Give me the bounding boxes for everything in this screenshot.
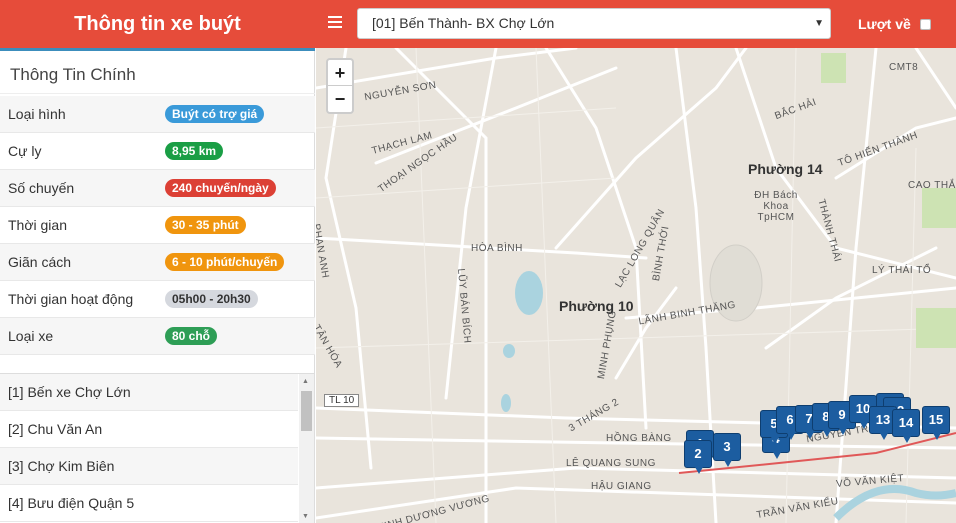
hamburger-menu-icon[interactable] [328,16,342,30]
scroll-down-icon[interactable]: ▼ [302,513,309,520]
status-badge: 30 - 35 phút [165,216,246,234]
status-badge: Buýt có trợ giá [165,105,265,123]
route-select[interactable]: [01] Bến Thành- BX Chợ Lớn ▼ [357,8,831,39]
street-label: HỒNG BÀNG [606,433,672,444]
top-header: Thông tin xe buýt [01] Bến Thành- BX Chợ… [0,0,956,48]
info-table: Loại hình Buýt có trợ giá Cự ly 8,95 km Số… [0,96,315,355]
route-map[interactable]: + − Phường 14 Phường 10 ĐH Bách Khoa TpH… [316,48,956,523]
street-label: CMT8 [889,62,919,73]
route-select-value: [01] Bến Thành- BX Chợ Lớn [372,15,555,31]
info-row-hoat-dong: Thời gian hoạt động 05h00 - 20h30 [0,281,315,318]
info-label: Giãn cách [8,254,72,270]
info-row-gian-cach: Giãn cách 6 - 10 phút/chuyến [0,244,315,281]
area-label: Phường 10 [559,298,634,314]
info-label: Cự ly [8,143,42,159]
status-badge: 6 - 10 phút/chuyến [165,253,285,271]
info-label: Thời gian hoạt động [8,291,134,307]
info-row-so-chuyen: Số chuyến 240 chuyến/ngày [0,170,315,207]
info-row-thoi-gian: Thời gian 30 - 35 phút [0,207,315,244]
info-label: Loại xe [8,328,54,344]
zoom-in-button[interactable]: + [328,60,352,86]
info-row-cu-ly: Cự ly 8,95 km [0,133,315,170]
area-label: Phường 14 [748,161,823,177]
sidebar: Thông Tin Chính Loại hình Buýt có trợ giá… [0,48,315,523]
return-trip-checkbox[interactable] [920,19,931,30]
street-label: CAO THẮNG [908,180,956,191]
list-item[interactable]: [2] Chu Văn An [0,411,298,448]
zoom-control[interactable]: + − [326,58,354,114]
info-label: Thời gian [8,217,67,233]
status-badge: 8,95 km [165,142,224,160]
info-row-loai-hinh: Loại hình Buýt có trợ giá [0,96,315,133]
info-section-title: Thông Tin Chính [0,56,315,94]
app-title: Thông tin xe buýt [74,13,241,35]
street-label: LÊ QUANG SUNG [566,458,656,469]
road-badge: TL 10 [324,394,360,407]
stops-list[interactable]: [1] Bến xe Chợ Lớn [2] Chu Văn An [3] Ch… [0,373,315,523]
caret-down-icon: ▼ [814,18,824,29]
zoom-out-button[interactable]: − [328,86,352,112]
status-badge: 240 chuyến/ngày [165,179,276,197]
street-label: HÒA BÌNH [471,243,523,254]
scrollbar-thumb[interactable] [301,391,312,431]
info-label: Số chuyến [8,180,75,196]
bus-stop-marker[interactable]: 2 [684,440,712,474]
list-item[interactable]: [4] Bưu điện Quận 5 [0,485,298,522]
list-item[interactable]: [3] Chợ Kim Biên [0,448,298,485]
street-label: HẬU GIANG [591,481,652,492]
stops-scrollbar[interactable]: ▲ ▼ [299,374,314,523]
list-item[interactable]: [1] Bến xe Chợ Lớn [0,374,298,411]
sidebar-accent-line [0,48,315,51]
poi-label: ĐH Bách Khoa TpHCM [754,190,798,223]
status-badge: 80 chỗ [165,327,218,345]
return-trip-label: Lượt về [858,16,911,32]
map-roads [316,48,956,523]
bus-stop-marker[interactable]: 15 [922,406,950,440]
bus-stop-marker[interactable]: 14 [892,409,920,443]
scroll-up-icon[interactable]: ▲ [302,378,309,385]
bus-stop-marker[interactable]: 3 [713,433,741,467]
street-label: LÝ THÁI TỔ [872,265,932,276]
info-label: Loại hình [8,106,66,122]
status-badge: 05h00 - 20h30 [165,290,258,308]
info-row-loai-xe: Loại xe 80 chỗ [0,318,315,355]
